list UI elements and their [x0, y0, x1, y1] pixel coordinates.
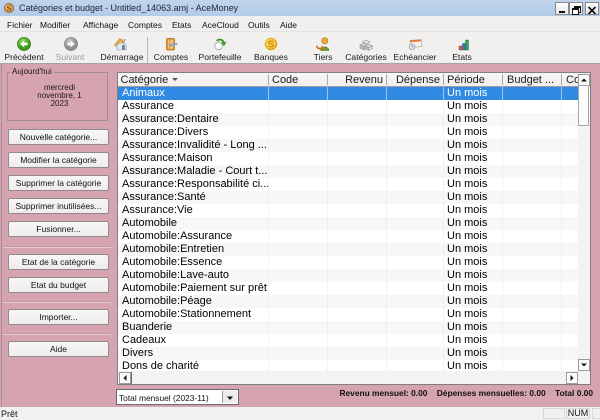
svg-text:S: S [268, 40, 275, 51]
svg-text:S: S [7, 3, 12, 13]
